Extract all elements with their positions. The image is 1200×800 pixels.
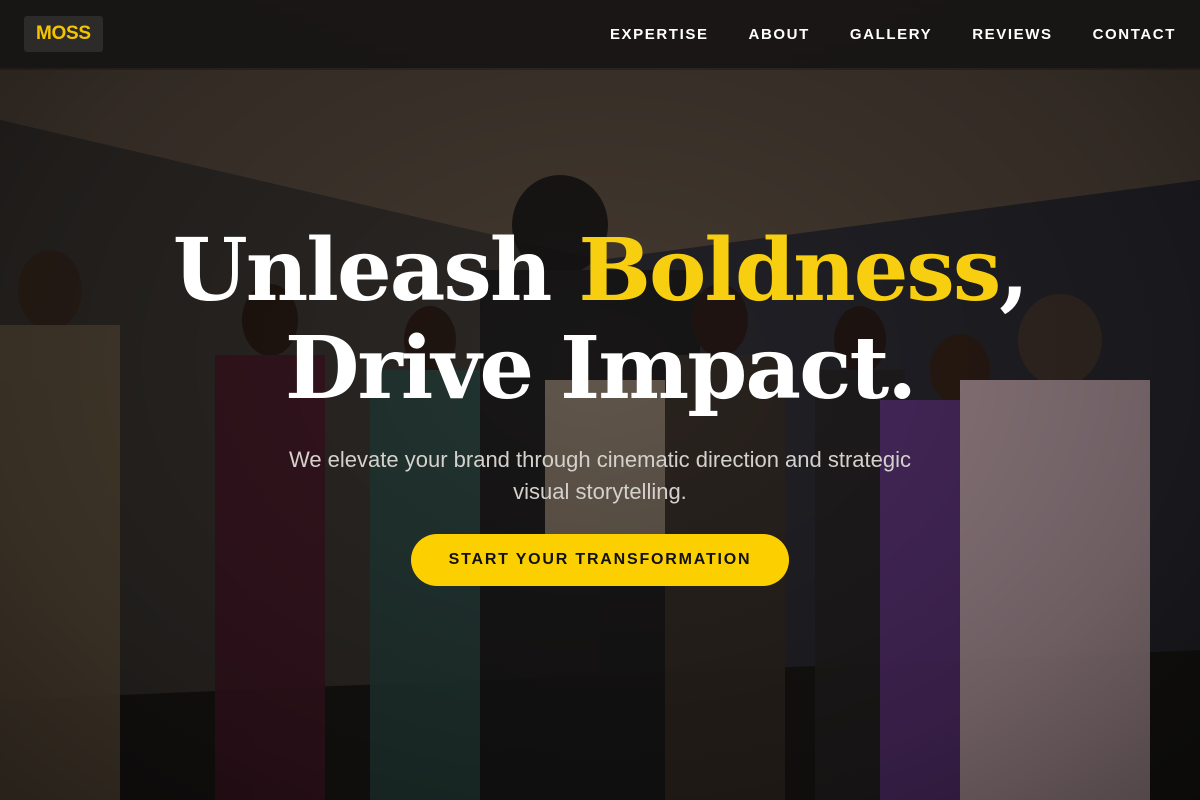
nav-link-reviews[interactable]: REVIEWS (972, 26, 1052, 43)
headline-part2: , (999, 220, 1029, 321)
headline-line2: Drive Impact. (284, 318, 917, 419)
top-navbar: MOSS EXPERTISE ABOUT GALLERY REVIEWS CON… (0, 0, 1200, 68)
nav-link-contact[interactable]: CONTACT (1093, 26, 1176, 43)
nav-link-expertise[interactable]: EXPERTISE (610, 26, 709, 43)
headline-part1: Unleash (172, 220, 579, 321)
nav-link-about[interactable]: ABOUT (749, 26, 810, 43)
hero-headline: Unleash Boldness, Drive Impact. (0, 222, 1200, 418)
hero-section: MOSS EXPERTISE ABOUT GALLERY REVIEWS CON… (0, 0, 1200, 800)
headline-accent: Boldness (578, 220, 1001, 321)
nav-links: EXPERTISE ABOUT GALLERY REVIEWS CONTACT (570, 26, 1176, 43)
start-transformation-button[interactable]: START YOUR TRANSFORMATION (411, 534, 789, 586)
nav-link-gallery[interactable]: GALLERY (850, 26, 932, 43)
hero-subtitle: We elevate your brand through cinematic … (288, 447, 912, 504)
brand-logo[interactable]: MOSS (24, 16, 103, 52)
